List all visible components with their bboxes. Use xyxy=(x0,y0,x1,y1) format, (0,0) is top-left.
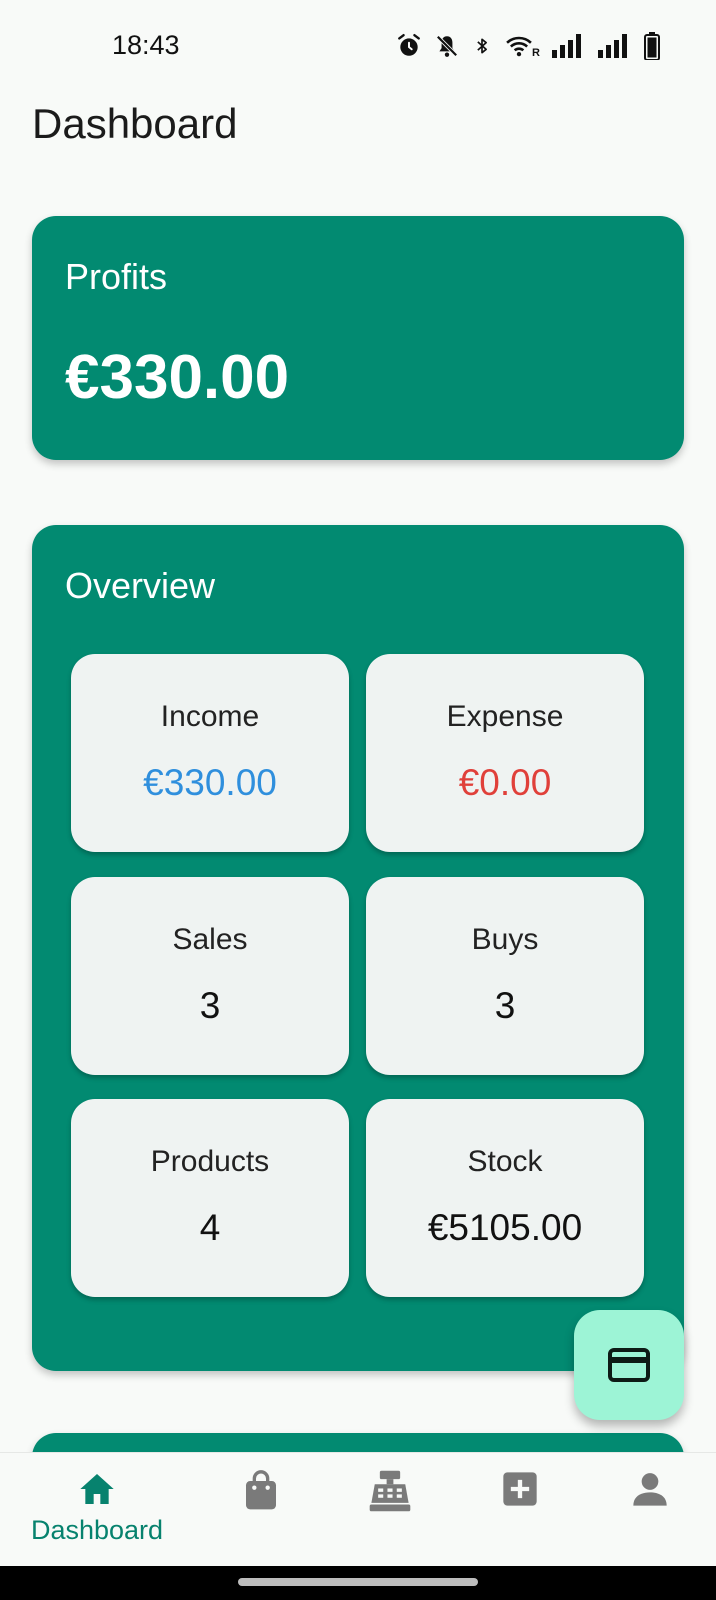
stock-tile[interactable]: Stock €5105.00 xyxy=(366,1099,644,1297)
income-label: Income xyxy=(160,700,260,733)
income-value: €330.00 xyxy=(143,762,277,803)
income-tile[interactable]: Income €330.00 xyxy=(71,654,349,852)
sales-tile[interactable]: Sales 3 xyxy=(71,877,349,1075)
alarm-icon xyxy=(398,33,420,56)
profits-value: €330.00 xyxy=(65,343,290,412)
buys-label: Buys xyxy=(471,923,539,956)
profits-title: Profits xyxy=(65,256,168,297)
person-icon xyxy=(633,1473,667,1506)
sales-label: Sales xyxy=(172,923,248,956)
nav-item-sales[interactable] xyxy=(350,1453,430,1565)
add-box-icon xyxy=(503,1472,537,1506)
cash-register-icon xyxy=(369,1470,411,1512)
wifi-icon: R xyxy=(504,33,540,59)
overview-title: Overview xyxy=(65,565,216,606)
status-icons: R xyxy=(396,32,660,60)
nav-item-shop[interactable] xyxy=(221,1453,301,1565)
bottom-navigation: Dashboard xyxy=(0,1452,716,1564)
products-label: Products xyxy=(150,1145,270,1178)
bluetooth-icon xyxy=(477,38,488,54)
app-screen: 18:43 R Dashboard Profits €330.00 Overvi… xyxy=(0,0,716,1600)
signal-roaming-icon xyxy=(552,34,581,58)
signal-icon xyxy=(598,34,627,58)
buys-value: 3 xyxy=(494,985,516,1026)
stock-label: Stock xyxy=(467,1145,543,1178)
page-title: Dashboard xyxy=(32,100,238,147)
nav-item-dashboard[interactable]: Dashboard xyxy=(22,1453,172,1565)
bell-off-icon xyxy=(435,34,459,58)
buys-tile[interactable]: Buys 3 xyxy=(366,877,644,1075)
battery-icon xyxy=(644,32,660,60)
home-icon xyxy=(80,1474,114,1504)
sales-value: 3 xyxy=(199,985,221,1026)
shopping-bag-icon xyxy=(246,1470,276,1510)
status-bar: 18:43 R xyxy=(0,0,716,92)
nav-item-profile[interactable] xyxy=(610,1453,690,1565)
products-value: 4 xyxy=(199,1207,221,1248)
overview-card: Overview Income €330.00 Expense €0.00 Sa… xyxy=(32,525,684,1371)
stock-value: €5105.00 xyxy=(427,1207,583,1248)
profits-card: Profits €330.00 xyxy=(32,216,684,460)
credit-card-icon xyxy=(608,1348,650,1382)
nav-item-add[interactable] xyxy=(480,1453,560,1565)
roaming-indicator: R xyxy=(532,47,540,59)
expense-value: €0.00 xyxy=(458,762,552,803)
nav-label-dashboard: Dashboard xyxy=(30,1515,164,1545)
expense-label: Expense xyxy=(446,700,564,733)
expense-tile[interactable]: Expense €0.00 xyxy=(366,654,644,852)
status-time: 18:43 xyxy=(112,30,180,60)
products-tile[interactable]: Products 4 xyxy=(71,1099,349,1297)
payment-fab-button[interactable] xyxy=(574,1310,684,1420)
gesture-handle[interactable] xyxy=(238,1578,478,1586)
